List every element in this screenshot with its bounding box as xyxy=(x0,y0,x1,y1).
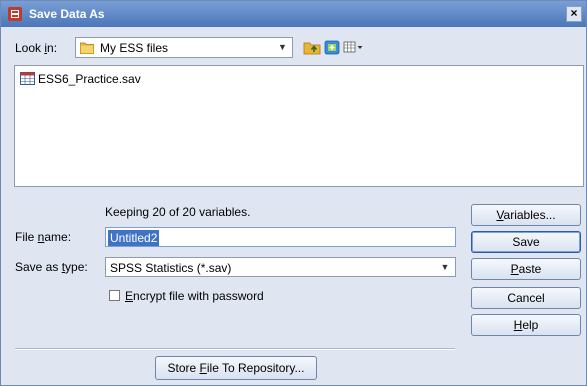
paste-button[interactable]: Paste xyxy=(471,258,581,280)
save-button[interactable]: Save xyxy=(471,231,581,253)
file-list[interactable]: ESS6_Practice.sav xyxy=(14,65,584,187)
variables-button[interactable]: Variables... xyxy=(471,204,581,226)
file-name-input[interactable]: Untitled2 xyxy=(105,227,456,247)
store-file-to-repository-button[interactable]: Store File To Repository... xyxy=(155,356,317,380)
sav-file-icon xyxy=(20,72,35,85)
chevron-down-icon[interactable]: ▼ xyxy=(275,40,290,55)
save-as-type-value: SPSS Statistics (*.sav) xyxy=(110,261,232,275)
new-folder-icon[interactable] xyxy=(323,38,341,56)
file-name: ESS6_Practice.sav xyxy=(38,72,141,86)
look-in-value: My ESS files xyxy=(100,41,169,55)
encrypt-label: Encrypt file with password xyxy=(125,289,264,303)
save-as-type-label: Save as type: xyxy=(15,260,88,274)
up-folder-icon[interactable] xyxy=(303,38,321,56)
save-data-as-dialog: Save Data As × Look in: My ESS files ▼ E… xyxy=(0,0,587,386)
variables-kept-text: Keeping 20 of 20 variables. xyxy=(105,205,251,219)
file-name-value: Untitled2 xyxy=(108,230,160,246)
divider xyxy=(15,348,455,350)
chevron-down-icon[interactable]: ▼ xyxy=(437,259,453,275)
look-in-dropdown[interactable]: My ESS files ▼ xyxy=(75,37,293,58)
file-name-label: File name: xyxy=(15,230,72,244)
encrypt-checkbox[interactable] xyxy=(109,290,120,301)
close-button[interactable]: × xyxy=(566,6,582,22)
folder-icon xyxy=(80,42,94,54)
title-bar[interactable]: Save Data As × xyxy=(1,1,586,27)
look-in-label: Look in: xyxy=(15,41,58,55)
window-title: Save Data As xyxy=(29,7,105,21)
help-button[interactable]: Help xyxy=(471,314,581,336)
save-as-type-dropdown[interactable]: SPSS Statistics (*.sav) ▼ xyxy=(105,257,456,277)
cancel-button[interactable]: Cancel xyxy=(471,287,581,309)
view-menu-icon[interactable] xyxy=(343,38,365,56)
spss-app-icon xyxy=(8,7,22,21)
